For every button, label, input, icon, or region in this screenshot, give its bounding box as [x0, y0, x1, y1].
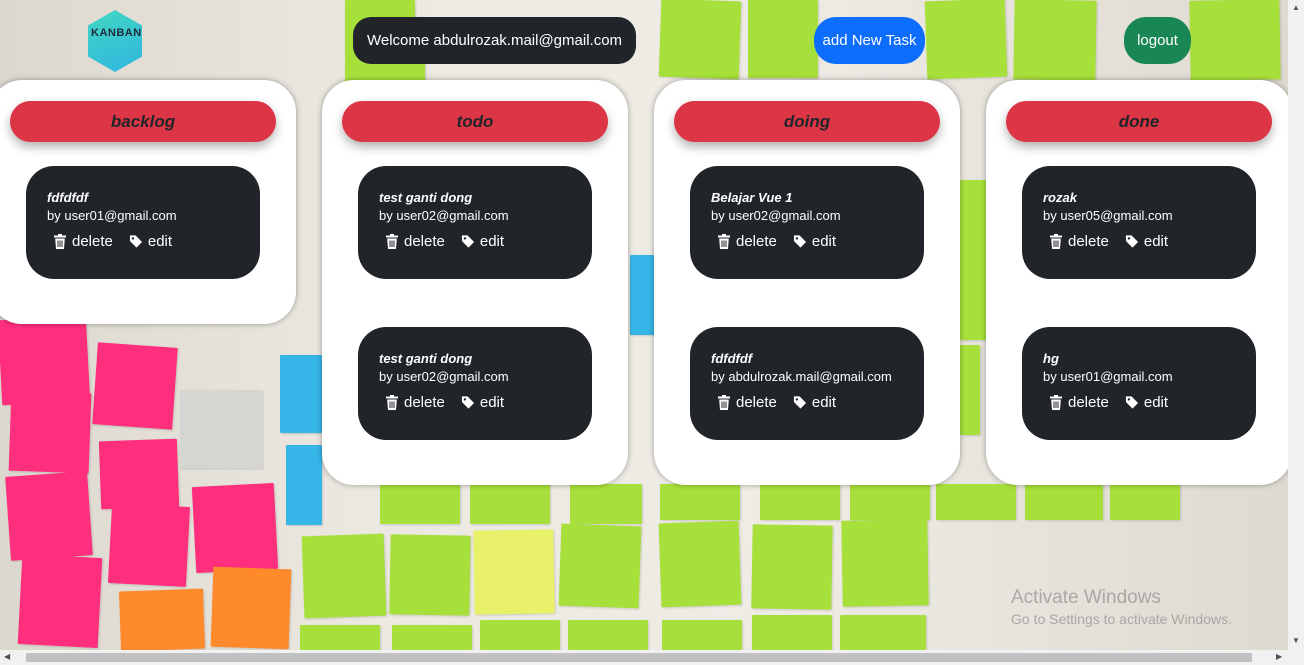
watermark-line-2: Go to Settings to activate Windows.	[1011, 611, 1232, 627]
edit-label: edit	[811, 233, 837, 250]
column-done: done rozak by user05@gmail.com delete ed…	[986, 80, 1292, 485]
task-title: test ganti dong	[379, 351, 473, 366]
delete-label: delete	[736, 233, 777, 250]
tag-icon	[793, 396, 806, 409]
task-card: fdfdfdf by user01@gmail.com delete edit	[26, 166, 260, 279]
column-backlog: backlog fdfdfdf by user01@gmail.com dele…	[0, 80, 296, 324]
tag-icon	[1125, 235, 1138, 248]
delete-task-button[interactable]: delete	[717, 394, 777, 411]
delete-task-button[interactable]: delete	[717, 233, 777, 250]
horizontal-scroll-thumb[interactable]	[26, 653, 1252, 662]
logo-hexagon	[88, 10, 142, 72]
column-doing: doing Belajar Vue 1 by user02@gmail.com …	[654, 80, 960, 485]
edit-task-button[interactable]: edit	[793, 394, 836, 411]
task-card: test ganti dong by user02@gmail.com dele…	[358, 166, 592, 279]
trash-icon	[1050, 234, 1062, 249]
delete-label: delete	[404, 394, 445, 411]
vertical-scrollbar[interactable]: ▲ ▼	[1288, 0, 1304, 650]
trash-icon	[718, 395, 730, 410]
tag-icon	[129, 235, 142, 248]
edit-task-button[interactable]: edit	[793, 233, 836, 250]
task-author: by user02@gmail.com	[379, 208, 509, 223]
task-title: fdfdfdf	[47, 190, 89, 205]
trash-icon	[1050, 395, 1062, 410]
column-header-todo: todo	[342, 101, 608, 142]
tag-icon	[793, 235, 806, 248]
delete-task-button[interactable]: delete	[1049, 394, 1109, 411]
task-card: rozak by user05@gmail.com delete edit	[1022, 166, 1256, 279]
edit-task-button[interactable]: edit	[129, 233, 172, 250]
edit-label: edit	[811, 394, 837, 411]
delete-label: delete	[1068, 394, 1109, 411]
trash-icon	[386, 234, 398, 249]
edit-task-button[interactable]: edit	[461, 233, 504, 250]
task-author: by user01@gmail.com	[1043, 369, 1173, 384]
edit-label: edit	[1143, 233, 1169, 250]
column-todo: todo test ganti dong by user02@gmail.com…	[322, 80, 628, 485]
delete-task-button[interactable]: delete	[1049, 233, 1109, 250]
add-new-task-button[interactable]: add New Task	[814, 17, 925, 64]
task-title: fdfdfdf	[711, 351, 753, 366]
scroll-up-arrow-icon[interactable]: ▲	[1292, 3, 1300, 12]
task-author: by user02@gmail.com	[711, 208, 841, 223]
task-author: by abdulrozak.mail@gmail.com	[711, 369, 892, 384]
task-author: by user02@gmail.com	[379, 369, 509, 384]
edit-task-button[interactable]: edit	[1125, 394, 1168, 411]
task-card: test ganti dong by user02@gmail.com dele…	[358, 327, 592, 440]
task-card: Belajar Vue 1 by user02@gmail.com delete…	[690, 166, 924, 279]
tag-icon	[1125, 396, 1138, 409]
task-title: test ganti dong	[379, 190, 473, 205]
horizontal-scrollbar[interactable]: ◀ ▶	[0, 650, 1304, 665]
scroll-right-arrow-icon[interactable]: ▶	[1276, 652, 1282, 661]
task-title: hg	[1043, 351, 1059, 366]
task-card: hg by user01@gmail.com delete edit	[1022, 327, 1256, 440]
delete-task-button[interactable]: delete	[385, 394, 445, 411]
delete-label: delete	[736, 394, 777, 411]
delete-label: delete	[404, 233, 445, 250]
task-author: by user05@gmail.com	[1043, 208, 1173, 223]
column-header-doing: doing	[674, 101, 940, 142]
trash-icon	[718, 234, 730, 249]
edit-label: edit	[147, 233, 173, 250]
watermark-line-1: Activate Windows	[1011, 587, 1161, 608]
edit-label: edit	[479, 394, 505, 411]
edit-label: edit	[1143, 394, 1169, 411]
column-header-backlog: backlog	[10, 101, 276, 142]
task-title: Belajar Vue 1	[711, 190, 793, 205]
scroll-down-arrow-icon[interactable]: ▼	[1292, 636, 1300, 645]
logo-text: KANBAN	[91, 27, 142, 39]
task-author: by user01@gmail.com	[47, 208, 177, 223]
tag-icon	[461, 396, 474, 409]
delete-label: delete	[72, 233, 113, 250]
logout-button[interactable]: logout	[1124, 17, 1191, 64]
task-title: rozak	[1043, 190, 1077, 205]
welcome-message: Welcome abdulrozak.mail@gmail.com	[353, 17, 637, 64]
tag-icon	[461, 235, 474, 248]
delete-task-button[interactable]: delete	[53, 233, 113, 250]
trash-icon	[386, 395, 398, 410]
edit-label: edit	[479, 233, 505, 250]
task-card: fdfdfdf by abdulrozak.mail@gmail.com del…	[690, 327, 924, 440]
edit-task-button[interactable]: edit	[461, 394, 504, 411]
delete-task-button[interactable]: delete	[385, 233, 445, 250]
scroll-left-arrow-icon[interactable]: ◀	[4, 652, 10, 661]
column-header-done: done	[1006, 101, 1272, 142]
edit-task-button[interactable]: edit	[1125, 233, 1168, 250]
trash-icon	[54, 234, 66, 249]
delete-label: delete	[1068, 233, 1109, 250]
activate-windows-watermark: Activate Windows Go to Settings to activ…	[1011, 587, 1232, 627]
